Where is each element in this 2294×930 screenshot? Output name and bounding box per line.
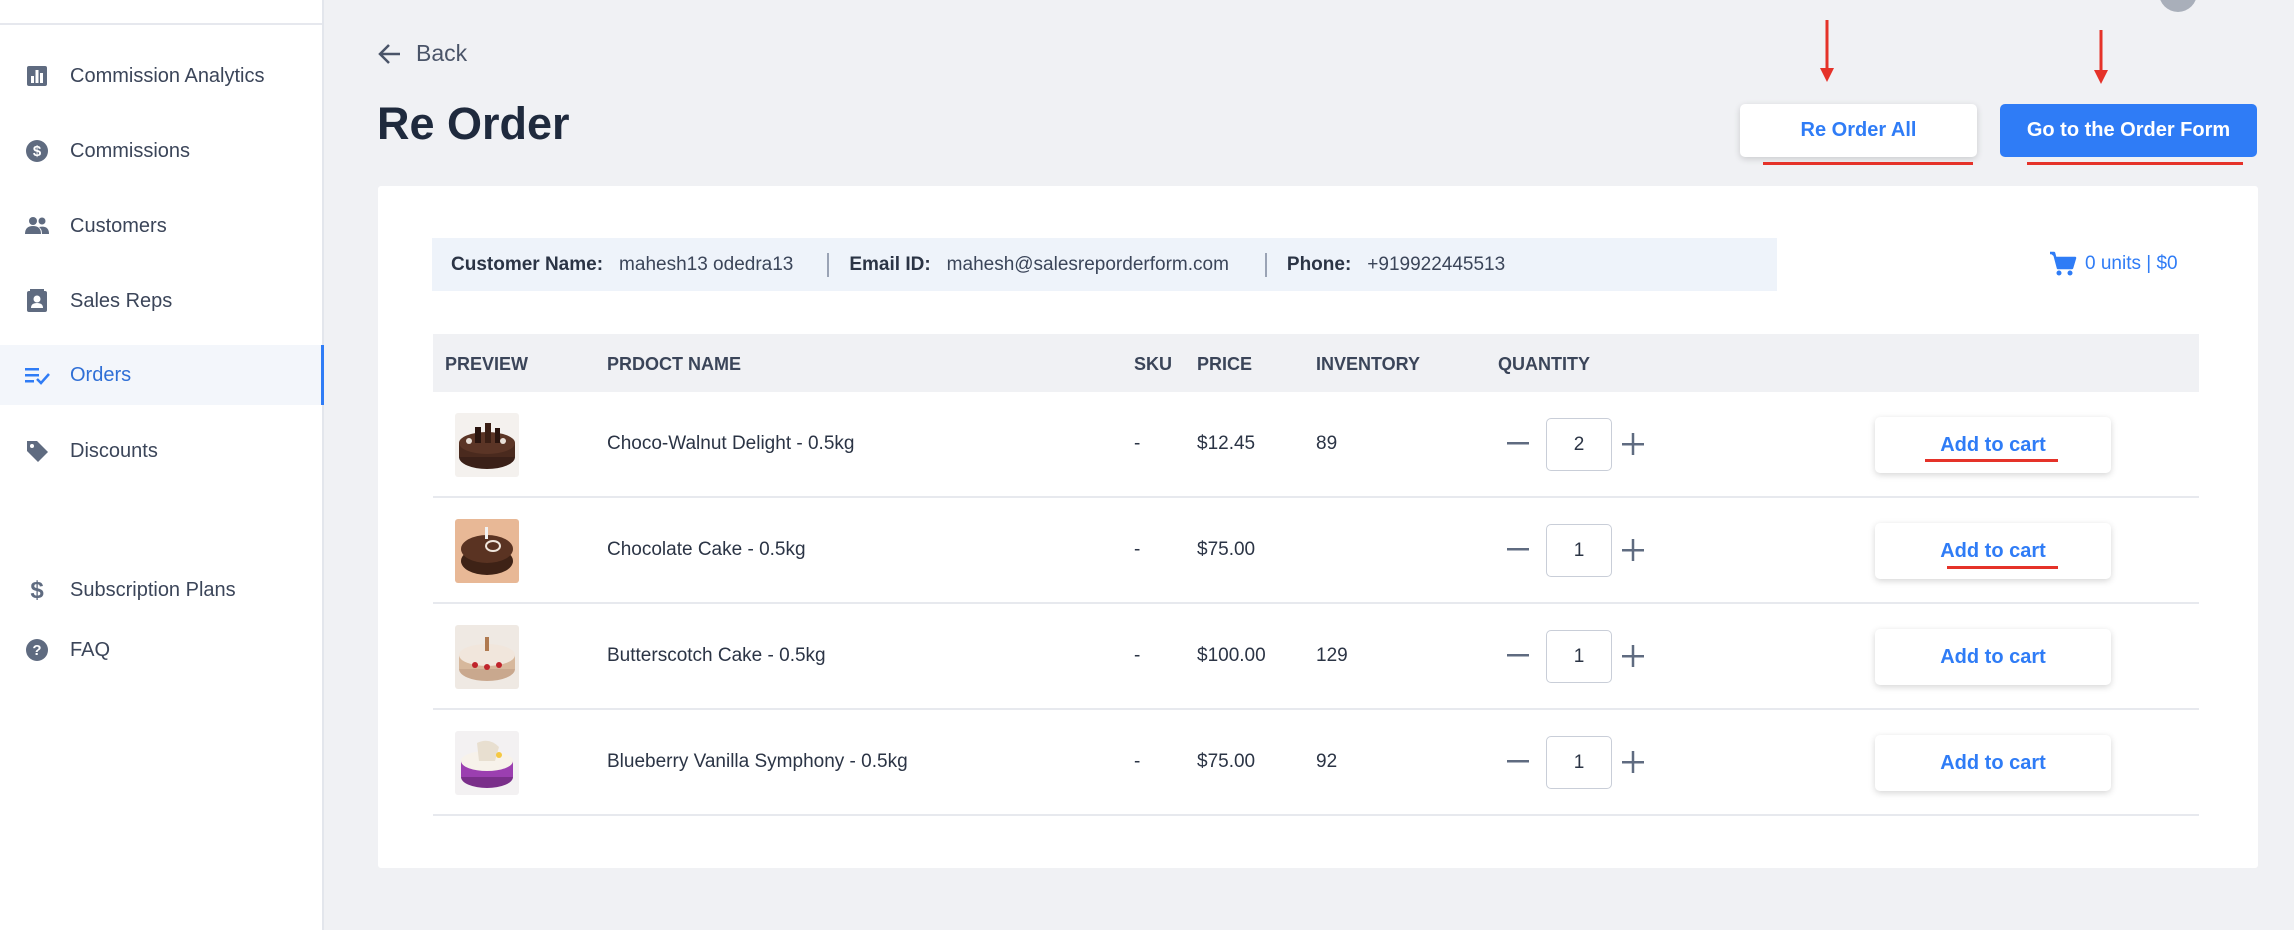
product-name: Chocolate Cake - 0.5kg [607,539,806,560]
customer-info-bar: Customer Name: mahesh13 odedra13 Email I… [432,238,1777,291]
add-to-cart-button[interactable]: Add to cart [1875,523,2111,579]
increment-button[interactable] [1620,749,1646,775]
customer-name: Customer Name: mahesh13 odedra13 [451,253,794,275]
product-name: Butterscotch Cake - 0.5kg [607,645,826,666]
svg-text:?: ? [32,642,41,659]
cart-summary-text: 0 units | $0 [2085,253,2178,274]
order-form-button[interactable]: Go to the Order Form [2000,104,2257,157]
annotation-arrow [1820,20,1834,82]
product-price: $100.00 [1197,645,1266,666]
sidebar: Commission Analytics $ Commissions Custo… [0,0,324,930]
sidebar-item-label: FAQ [70,638,111,661]
product-sku: - [1134,751,1141,772]
table-row: Butterscotch Cake - 0.5kg - $100.00 129 … [433,604,2199,710]
product-inventory: 92 [1316,751,1338,772]
customer-email: Email ID: mahesh@salesreporderform.com [849,253,1229,275]
product-inventory: 89 [1316,433,1338,454]
avatar[interactable] [2159,0,2197,12]
table-row: Chocolate Cake - 0.5kg - $75.00 Add to c… [433,498,2199,604]
increment-button[interactable] [1620,643,1646,669]
sidebar-item-customers[interactable]: Customers [0,196,322,256]
back-link[interactable]: Back [378,40,467,67]
increment-button[interactable] [1620,537,1646,563]
tag-icon [24,438,50,464]
sidebar-item-label: Subscription Plans [70,578,236,601]
page-title: Re Order [377,98,570,149]
annotation-arrow [2094,30,2108,84]
decrement-button[interactable] [1505,643,1531,669]
sidebar-item-label: Commissions [70,139,191,162]
product-price: $12.45 [1197,433,1256,454]
sidebar-item-label: Customers [70,214,167,237]
sidebar-item-commission-analytics[interactable]: Commission Analytics [0,46,322,106]
cart-icon [2050,251,2077,276]
product-inventory: 129 [1316,645,1348,666]
quantity-input[interactable] [1546,630,1612,683]
people-icon [24,213,50,239]
product-sku: - [1134,539,1141,560]
product-price: $75.00 [1197,751,1256,772]
column-header-quantity: QUANTITY [1498,354,1590,374]
reorder-all-button[interactable]: Re Order All [1740,104,1977,157]
product-sku: - [1134,645,1141,666]
column-header-price: PRICE [1197,354,1253,374]
sidebar-top-divider [0,23,322,25]
product-image [455,625,519,689]
quantity-input[interactable] [1546,736,1612,789]
column-header-preview: PREVIEW [445,354,529,374]
sidebar-item-label: Orders [70,363,132,386]
sidebar-item-sales-reps[interactable]: Sales Reps [0,271,322,331]
dollar-circle-icon: $ [24,138,50,164]
column-header-sku: SKU [1134,354,1173,374]
svg-text:$: $ [33,143,42,160]
annotation-underline [2027,162,2243,165]
svg-text:$: $ [30,577,44,603]
sidebar-item-subscription-plans[interactable]: $ Subscription Plans [0,560,322,620]
table-row: Choco-Walnut Delight - 0.5kg - $12.45 89… [433,392,2199,498]
table-header: PREVIEW PRDOCT NAME SKU PRICE INVENTORY … [433,334,2199,392]
decrement-button[interactable] [1505,537,1531,563]
help-circle-icon: ? [24,637,50,663]
sidebar-item-orders[interactable]: Orders [0,345,324,405]
dollar-icon: $ [24,577,50,603]
annotation-underline [1947,566,2058,569]
product-sku: - [1134,433,1141,454]
contact-card-icon [24,288,50,314]
increment-button[interactable] [1620,431,1646,457]
sidebar-item-discounts[interactable]: Discounts [0,421,322,481]
add-to-cart-button[interactable]: Add to cart [1875,735,2111,791]
quantity-input[interactable] [1546,524,1612,577]
add-to-cart-button[interactable]: Add to cart [1875,629,2111,685]
product-image [455,519,519,583]
list-check-icon [24,362,50,388]
decrement-button[interactable] [1505,749,1531,775]
column-header-name: PRDOCT NAME [607,354,741,374]
annotation-underline [1763,162,1973,165]
column-header-inventory: INVENTORY [1316,354,1421,374]
annotation-underline [1925,459,2058,462]
sidebar-item-label: Commission Analytics [70,64,265,87]
sidebar-item-faq[interactable]: ? FAQ [0,620,322,680]
sidebar-item-label: Discounts [70,439,158,462]
bar-chart-icon [24,63,50,89]
add-to-cart-button[interactable]: Add to cart [1875,417,2111,473]
table-row: Blueberry Vanilla Symphony - 0.5kg - $75… [433,710,2199,816]
sidebar-item-label: Sales Reps [70,289,173,312]
customer-phone: Phone: +919922445513 [1286,253,1506,275]
sidebar-item-commissions[interactable]: $ Commissions [0,121,322,181]
decrement-button[interactable] [1505,431,1531,457]
product-name: Choco-Walnut Delight - 0.5kg [607,433,855,454]
quantity-input[interactable] [1546,418,1612,471]
product-image [455,413,519,477]
product-name: Blueberry Vanilla Symphony - 0.5kg [607,751,908,772]
product-price: $75.00 [1197,539,1256,560]
product-image [455,731,519,795]
cart-summary[interactable]: 0 units | $0 [2049,251,2178,277]
back-label: Back [416,40,468,66]
arrow-left-icon [378,43,400,64]
